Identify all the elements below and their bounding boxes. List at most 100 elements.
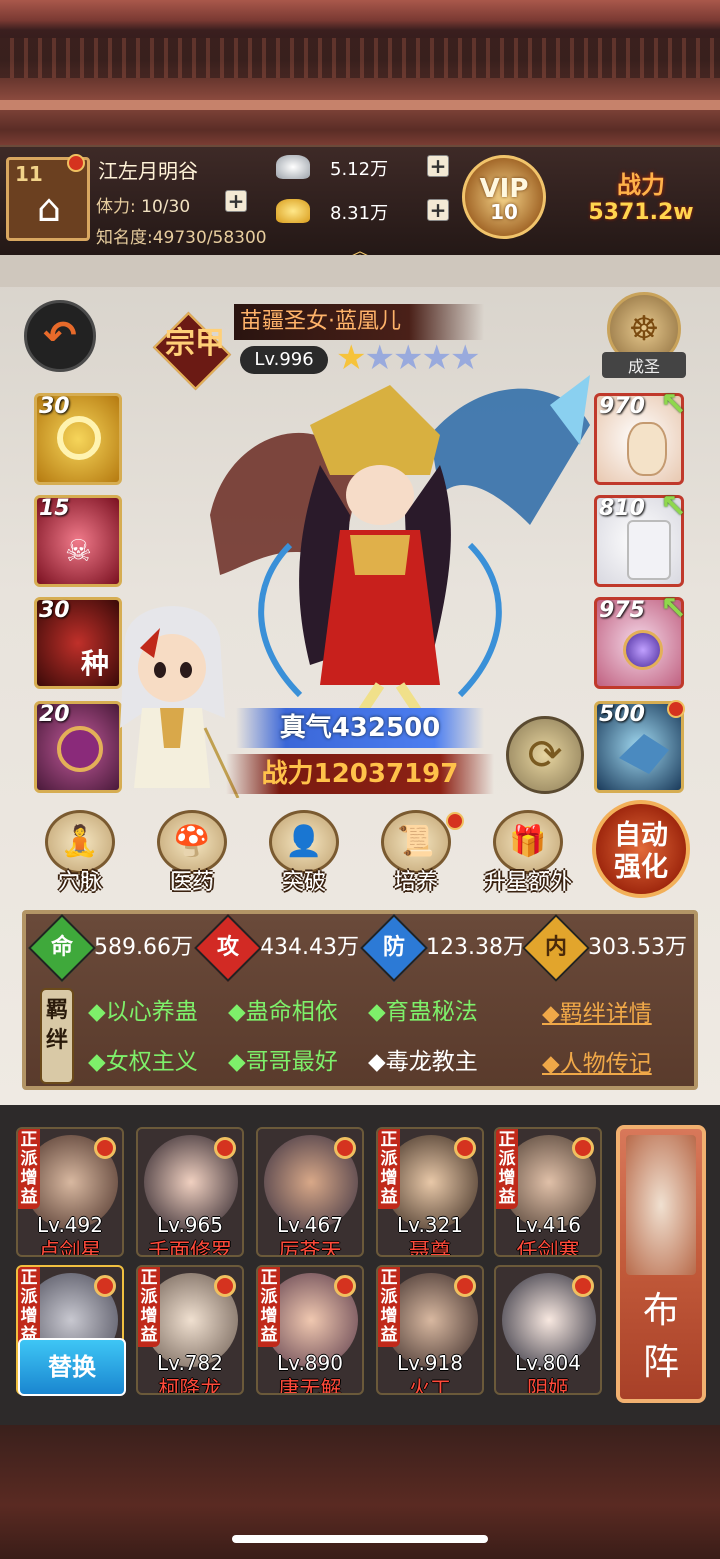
silver-amount: 5.12万 bbox=[330, 159, 389, 180]
seed-icon: 种 bbox=[81, 647, 110, 680]
player-status-bar: 11 ⌂ 江左月明谷 体力: 10/30 + 知名度:49730/58300 5… bbox=[0, 145, 720, 263]
member-level: Lv.467 bbox=[277, 1213, 343, 1237]
zhenqi-value: 真气432500 bbox=[236, 708, 484, 748]
notification-dot bbox=[214, 1137, 236, 1159]
skill-slot[interactable]: 30 种 bbox=[34, 597, 122, 689]
member-level: Lv.918 bbox=[397, 1351, 463, 1375]
member-name: 厉苍天 bbox=[278, 1239, 342, 1257]
stat-value: 589.66万 bbox=[94, 935, 193, 960]
add-gold-button[interactable]: + bbox=[427, 199, 449, 221]
action-breakthrough[interactable]: 👤 突破 bbox=[256, 810, 352, 896]
action-label: 培养 bbox=[393, 870, 438, 895]
roof-beam bbox=[0, 100, 720, 110]
bond-detail-link[interactable]: ◆羁绊详情 bbox=[542, 994, 652, 1028]
bond-item[interactable]: ◆女权主义 bbox=[88, 1042, 198, 1076]
formation-art bbox=[626, 1135, 696, 1275]
notification-dot bbox=[454, 1137, 476, 1159]
team-member-card[interactable]: Lv.467 厉苍天 bbox=[256, 1127, 364, 1257]
gold-ingot-icon bbox=[276, 199, 310, 223]
team-member-card[interactable]: 正派增益 Lv.492 卢剑星 bbox=[16, 1127, 124, 1257]
bond-item[interactable]: ◆以心养蛊 bbox=[88, 992, 198, 1026]
equip-level: 975 bbox=[599, 598, 645, 623]
player-avatar[interactable]: 11 ⌂ bbox=[6, 154, 90, 241]
back-button[interactable]: ↶ bbox=[24, 300, 96, 372]
faction-tag: 正派增益 bbox=[18, 1129, 40, 1209]
member-name: 任剑寒 bbox=[516, 1239, 580, 1257]
biography-link[interactable]: ◆人物传记 bbox=[542, 1044, 652, 1078]
auto-strengthen-button[interactable]: 自动 强化 bbox=[592, 800, 690, 898]
stat-defense: 防 123.38万 bbox=[360, 914, 525, 982]
team-member-card[interactable]: 正派增益 Lv.782 柯降龙 bbox=[136, 1265, 244, 1395]
action-medicine[interactable]: 🍄 医药 bbox=[144, 810, 240, 896]
action-star-extra[interactable]: 🎁 升星额外 bbox=[480, 810, 576, 896]
faction-tag: 正派增益 bbox=[378, 1129, 400, 1209]
player-level: 11 bbox=[15, 162, 43, 186]
member-name: 柯降龙 bbox=[158, 1377, 222, 1395]
vip-level: 10 bbox=[490, 200, 518, 224]
stat-attack: 攻 434.43万 bbox=[194, 914, 359, 982]
skill-slot[interactable]: 20 bbox=[34, 701, 122, 793]
hero-portrait bbox=[210, 375, 590, 715]
team-member-card[interactable]: 正派增益 Lv.918 火工 bbox=[376, 1265, 484, 1395]
roof-tiles bbox=[0, 38, 720, 78]
member-name: 阴姬 bbox=[527, 1377, 569, 1395]
member-level: Lv.416 bbox=[515, 1213, 581, 1237]
skill-level: 20 bbox=[39, 702, 70, 727]
vip-badge[interactable]: VIP 10 bbox=[462, 155, 546, 239]
lantern-icon bbox=[623, 630, 663, 670]
upgrade-arrow-icon: ↖ bbox=[660, 385, 687, 423]
swap-button[interactable]: 替换 bbox=[18, 1338, 126, 1396]
member-name: 火工 bbox=[409, 1377, 451, 1395]
stamina-value: 10/30 bbox=[141, 197, 191, 217]
action-label: 升星额外 bbox=[483, 870, 572, 895]
add-silver-button[interactable]: + bbox=[427, 155, 449, 177]
rank-button[interactable]: ☸ 成圣 bbox=[602, 292, 686, 378]
equip-slot[interactable]: 500 bbox=[594, 700, 685, 793]
phoenix-icon bbox=[619, 734, 669, 774]
notification-dot bbox=[94, 1137, 116, 1159]
faction-tag: 正派增益 bbox=[138, 1267, 160, 1347]
auto-label: 自动 bbox=[614, 820, 668, 851]
formation-button[interactable]: 布 阵 bbox=[616, 1125, 706, 1403]
bond-tag: 羁绊 bbox=[40, 988, 74, 1084]
member-level: Lv.890 bbox=[277, 1351, 343, 1375]
bond-item[interactable]: ◆育蛊秘法 bbox=[368, 992, 478, 1026]
refresh-icon[interactable]: ⟳ bbox=[506, 716, 584, 794]
hp-icon: 命 bbox=[28, 914, 96, 982]
bond-item[interactable]: ◆哥哥最好 bbox=[228, 1042, 338, 1076]
skill-level: 15 bbox=[39, 496, 70, 521]
rank-label: 成圣 bbox=[602, 352, 686, 378]
team-member-card[interactable]: 正派增益 Lv.416 任剑寒 bbox=[494, 1127, 602, 1257]
member-level: Lv.321 bbox=[397, 1213, 463, 1237]
equip-level: 970 bbox=[599, 394, 645, 419]
member-level: Lv.804 bbox=[515, 1351, 581, 1375]
home-indicator[interactable] bbox=[232, 1535, 488, 1543]
add-stamina-button[interactable]: + bbox=[225, 190, 247, 212]
notification-dot bbox=[334, 1275, 356, 1297]
team-member-card[interactable]: 正派增益 Lv.321 聂尊 bbox=[376, 1127, 484, 1257]
bond-item[interactable]: ◆毒龙教主 bbox=[368, 1042, 478, 1076]
notification-dot bbox=[94, 1275, 116, 1297]
team-member-card[interactable]: Lv.965 千面修罗 bbox=[136, 1127, 244, 1257]
stat-value: 434.43万 bbox=[260, 935, 359, 960]
inner-icon: 内 bbox=[522, 914, 590, 982]
grade-badge: 宗甲 bbox=[165, 326, 225, 361]
hero-power: 战力12037197 bbox=[226, 754, 494, 794]
notification-dot bbox=[667, 700, 685, 718]
skill-slot[interactable]: 30 bbox=[34, 393, 122, 485]
skull-icon: ☠ bbox=[65, 534, 92, 569]
attack-icon: 攻 bbox=[194, 914, 262, 982]
team-member-card[interactable]: 正派增益 Lv.890 唐无解 bbox=[256, 1265, 364, 1395]
notification-dot bbox=[67, 154, 85, 172]
member-name: 聂尊 bbox=[409, 1239, 451, 1257]
stat-value: 303.53万 bbox=[588, 935, 687, 960]
action-meridian[interactable]: 🧘 穴脉 bbox=[32, 810, 128, 896]
upgrade-arrow-icon: ↖ bbox=[660, 589, 687, 627]
bond-item[interactable]: ◆蛊命相依 bbox=[228, 992, 338, 1026]
equip-level: 500 bbox=[599, 702, 645, 727]
action-cultivate[interactable]: 📜 培养 bbox=[368, 810, 464, 896]
skill-slot[interactable]: 15 ☠ bbox=[34, 495, 122, 587]
team-member-card[interactable]: Lv.804 阴姬 bbox=[494, 1265, 602, 1395]
hero-name: 苗疆圣女·蓝凰儿 bbox=[234, 304, 484, 340]
action-label: 医药 bbox=[169, 870, 214, 895]
